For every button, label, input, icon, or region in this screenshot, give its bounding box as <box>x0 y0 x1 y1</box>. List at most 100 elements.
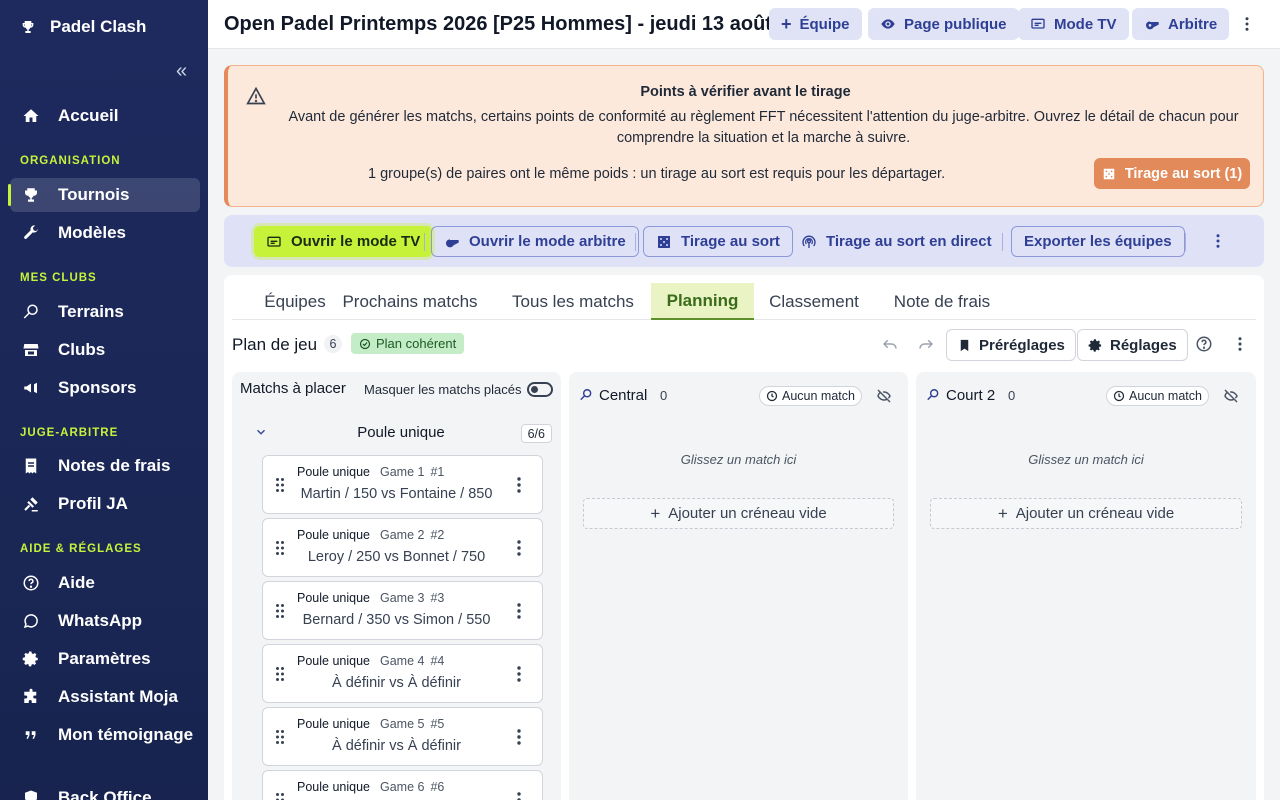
sidebar-item-modeles[interactable]: Modèles <box>10 216 200 250</box>
match-meta: Poule unique Game 1 #1 <box>297 465 444 479</box>
racket-icon <box>580 389 592 401</box>
sidebar-item-aide[interactable]: Aide <box>10 566 200 600</box>
match-pool: Poule unique <box>297 654 370 668</box>
clock-icon <box>1113 390 1125 402</box>
help-circle-icon <box>23 575 39 591</box>
match-card[interactable]: Poule unique Game 3 #3 Bernard / 350 vs Sim… <box>262 581 543 640</box>
tab-classement[interactable]: Classement <box>762 283 866 320</box>
match-card[interactable]: Poule unique Game 2 #2 Leroy / 250 vs Bonne… <box>262 518 543 577</box>
match-card[interactable]: Poule unique Game 4 #4 À définir vs À défin… <box>262 644 543 703</box>
draw-lots-button[interactable]: Tirage au sort <box>643 226 793 257</box>
sidebar-item-profil[interactable]: Profil JA <box>10 487 200 521</box>
tabs: Équipes Prochains matchs Tous les matchs… <box>232 283 1256 320</box>
plan-more-icon[interactable] <box>1230 334 1250 354</box>
sidebar-item-sponsors[interactable]: Sponsors <box>10 371 200 405</box>
actions-more-icon[interactable] <box>1208 231 1228 251</box>
court-count: 0 <box>660 388 668 403</box>
store-icon <box>23 344 39 356</box>
match-teams: Leroy / 250 vs Bonnet / 750 <box>307 549 486 565</box>
export-teams-button[interactable]: Exporter les équipes <box>1011 226 1185 257</box>
collapse-sidebar-icon[interactable]: « <box>176 61 194 81</box>
sidebar-item-parametres[interactable]: Paramètres <box>10 642 200 676</box>
eye-off-icon[interactable] <box>1223 388 1239 404</box>
match-more-icon[interactable] <box>512 476 526 494</box>
sidebar: Padel Clash « Accueil ORGANISATION Tourn… <box>0 0 208 800</box>
match-more-icon[interactable] <box>512 602 526 620</box>
sidebar-item-home[interactable]: Accueil <box>10 99 200 133</box>
open-tv-mode-button[interactable]: Ouvrir le mode TV <box>254 226 433 257</box>
drag-handle-icon[interactable] <box>275 603 285 619</box>
open-referee-mode-button[interactable]: Ouvrir le mode arbitre <box>431 226 639 257</box>
draw-lots-alert-button[interactable]: Tirage au sort (1) <box>1094 158 1250 189</box>
dice-icon <box>658 235 670 248</box>
tv-mode-button[interactable]: Mode TV <box>1018 8 1129 40</box>
match-meta: Poule unique Game 3 #3 <box>297 591 444 605</box>
match-meta: Poule unique Game 6 #6 <box>297 780 444 794</box>
match-more-icon[interactable] <box>512 728 526 746</box>
hide-placed-toggle[interactable] <box>527 382 553 397</box>
whatsapp-icon <box>23 614 38 629</box>
sidebar-item-temoignage[interactable]: Mon témoignage <box>10 718 200 752</box>
redo-icon[interactable] <box>917 335 935 353</box>
match-number: #3 <box>430 591 445 605</box>
match-card[interactable]: Poule unique Game 6 #6 <box>262 770 543 800</box>
match-more-icon[interactable] <box>512 791 526 800</box>
sidebar-item-backoffice[interactable]: Back Office <box>10 781 200 800</box>
sidebar-item-whatsapp[interactable]: WhatsApp <box>10 604 200 638</box>
drag-handle-icon[interactable] <box>275 666 285 682</box>
gavel-icon <box>24 497 38 512</box>
section-label-clubs: MES CLUBS <box>20 272 97 284</box>
tab-tous-les-matchs[interactable]: Tous les matchs <box>502 283 644 320</box>
referee-button[interactable]: Arbitre <box>1132 8 1230 40</box>
match-more-icon[interactable] <box>512 665 526 683</box>
sidebar-item-assistant[interactable]: Assistant Moja <box>10 680 200 714</box>
drag-handle-icon[interactable] <box>275 540 285 556</box>
drop-hint: Glissez un match ici <box>680 452 797 467</box>
drop-hint: Glissez un match ici <box>1028 452 1144 467</box>
eye-off-icon[interactable] <box>876 388 892 404</box>
match-card[interactable]: Poule unique Game 5 #5 À définir vs À défin… <box>262 707 543 766</box>
court-status-badge: Aucun match <box>759 386 862 406</box>
sidebar-item-terrains[interactable]: Terrains <box>10 295 200 329</box>
settings-button[interactable]: Réglages <box>1077 329 1188 361</box>
compliance-alert: Points à vérifier avant le tirage Avant … <box>224 65 1264 207</box>
header-more-icon[interactable] <box>1237 14 1257 34</box>
divider <box>1002 233 1003 251</box>
add-empty-slot-button[interactable]: + Ajouter un créneau vide <box>583 498 894 529</box>
live-draw-button[interactable]: Tirage au sort en direct <box>789 226 1004 257</box>
help-circle-icon[interactable] <box>1195 335 1213 353</box>
sidebar-item-notes[interactable]: Notes de frais <box>10 449 200 483</box>
tab-planning[interactable]: Planning <box>651 283 754 320</box>
match-more-icon[interactable] <box>512 539 526 557</box>
brand[interactable]: Padel Clash <box>20 17 146 37</box>
tab-prochains-matchs[interactable]: Prochains matchs <box>334 283 486 320</box>
divider <box>424 233 425 251</box>
tab-note-de-frais[interactable]: Note de frais <box>884 283 1000 320</box>
sidebar-item-clubs[interactable]: Clubs <box>10 333 200 367</box>
hide-placed-label: Masquer les matchs placés <box>364 382 522 397</box>
presets-button[interactable]: Préréglages <box>946 329 1076 361</box>
public-page-button[interactable]: Page publique <box>868 8 1019 40</box>
plus-icon: + <box>997 503 1008 523</box>
sidebar-item-tournois[interactable]: Tournois <box>8 178 200 212</box>
bookmark-icon <box>960 339 969 351</box>
page-header: Open Padel Printemps 2026 [P25 Hommes] -… <box>208 0 1280 49</box>
drag-handle-icon[interactable] <box>275 729 285 745</box>
match-teams: Martin / 150 vs Fontaine / 850 <box>300 486 493 502</box>
section-label-ja: JUGE-ARBITRE <box>20 427 119 439</box>
drag-handle-icon[interactable] <box>275 792 285 800</box>
add-team-button[interactable]: + Équipe <box>769 8 862 40</box>
brand-name: Padel Clash <box>50 17 147 36</box>
match-number: #4 <box>430 654 445 668</box>
pool-group-header[interactable]: Poule unique 6/6 <box>248 418 554 448</box>
gear-icon <box>22 651 38 667</box>
shield-icon <box>25 790 37 800</box>
undo-icon[interactable] <box>881 335 899 353</box>
match-game: Game 5 <box>379 717 425 731</box>
match-game: Game 3 <box>379 591 425 605</box>
match-card[interactable]: Poule unique Game 1 #1 Martin / 150 vs Font… <box>262 455 543 514</box>
court-name: Central <box>599 387 648 404</box>
drag-handle-icon[interactable] <box>275 477 285 493</box>
court-name: Court 2 <box>946 387 996 404</box>
add-empty-slot-button[interactable]: + Ajouter un créneau vide <box>930 498 1242 529</box>
